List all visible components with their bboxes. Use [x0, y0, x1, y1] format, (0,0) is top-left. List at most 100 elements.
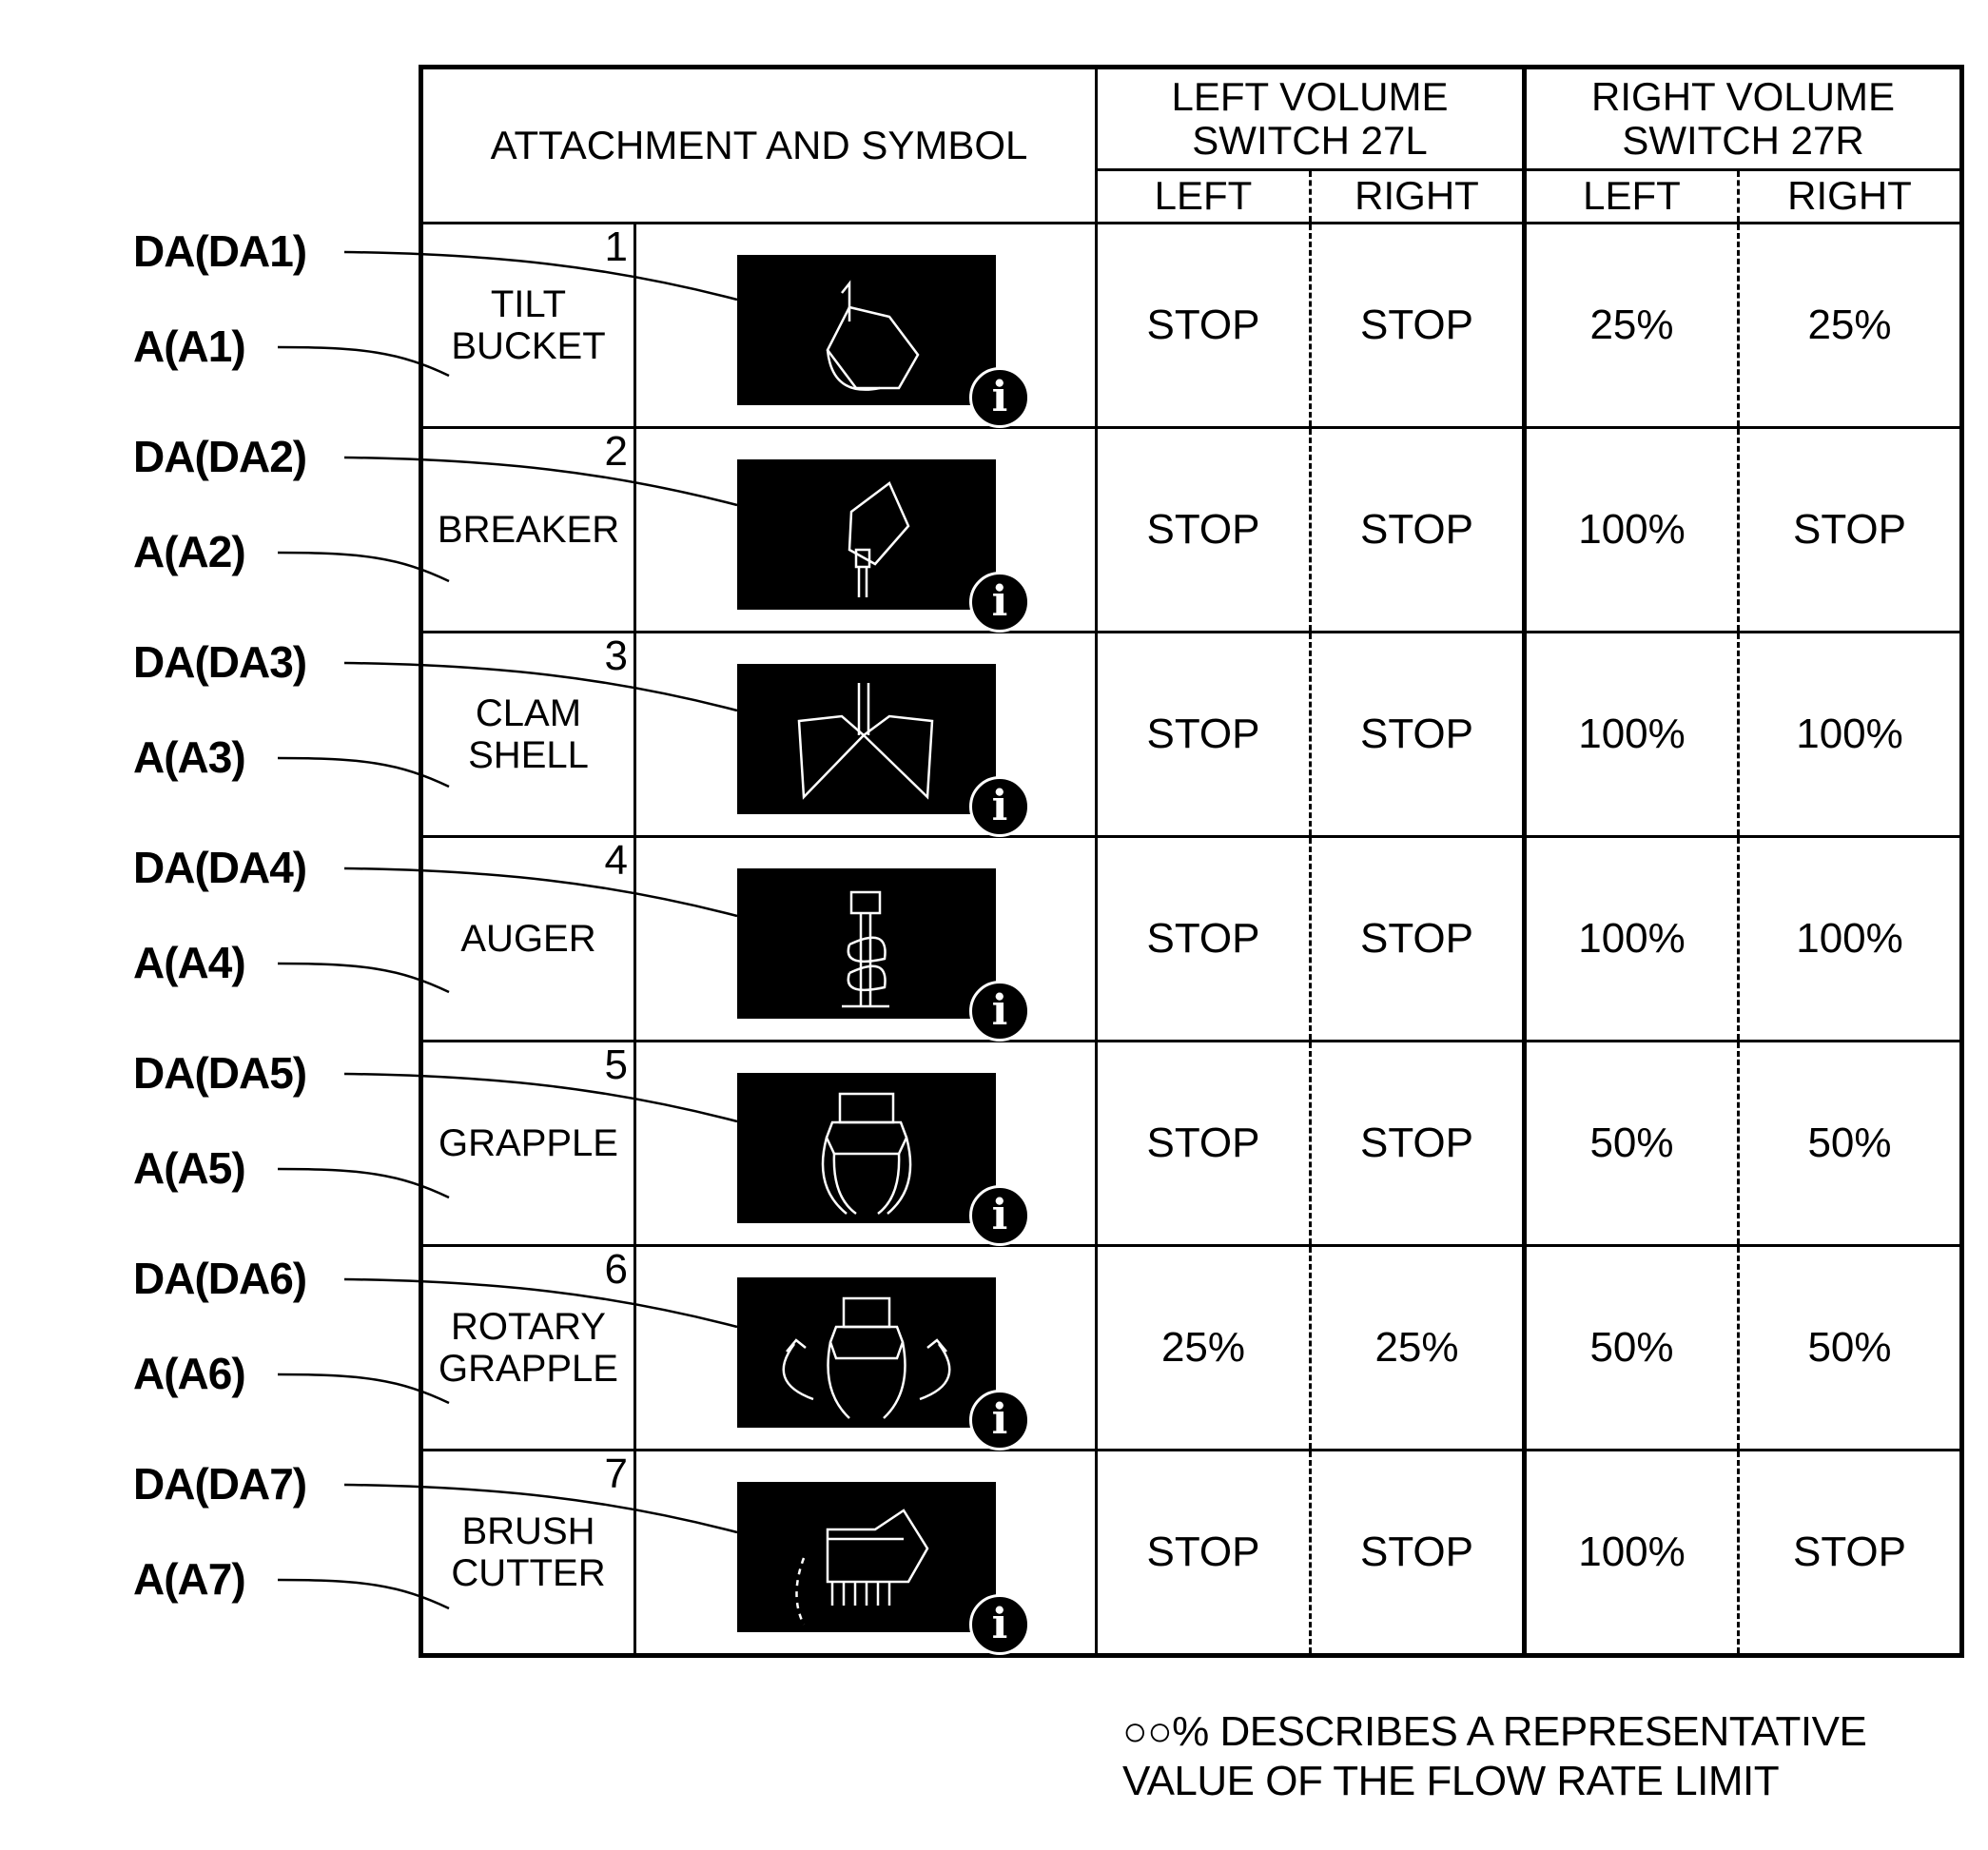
attachment-area-label: A(A5) — [133, 1143, 246, 1193]
attachment-area-label: A(A3) — [133, 732, 246, 782]
attachment-name-line: AUGER — [460, 918, 596, 960]
attachment-name-line: BRUSH — [461, 1510, 595, 1552]
left-switch-left-value: STOP — [1095, 222, 1312, 429]
left-switch-right-value: STOP — [1309, 835, 1526, 1042]
attachment-area-label: A(A7) — [133, 1554, 246, 1604]
attachment-name-cell: 6 ROTARY GRAPPLE — [419, 1244, 636, 1451]
left-switch-left-value: STOP — [1095, 1449, 1312, 1657]
right-switch-right-value: STOP — [1737, 426, 1963, 633]
breaker-icon — [737, 459, 996, 610]
left-switch-right-value: STOP — [1309, 1449, 1526, 1657]
footnote-line1: ○○% DESCRIBES A REPRESENTATIVE — [1122, 1708, 1867, 1755]
right-switch-left-value: 50% — [1522, 1244, 1740, 1451]
info-icon: i — [969, 1594, 1030, 1655]
right-switch-right-value: 25% — [1737, 222, 1963, 429]
header-right-volume-line2: SWITCH 27R — [1622, 117, 1864, 163]
display-area-label: DA(DA4) — [133, 843, 307, 892]
table-row: 2 BREAKER i STOP STOP 100% STOP — [419, 426, 1963, 633]
table-row: 7 BRUSH CUTTER i STOP STOP 100% STOP — [419, 1449, 1963, 1657]
info-icon: i — [969, 981, 1030, 1042]
table-row: 3 CLAM SHELL i STOP STOP 100% 100% — [419, 631, 1963, 838]
left-switch-left-value: STOP — [1095, 426, 1312, 633]
attachment-name-line: GRAPPLE — [439, 1122, 618, 1164]
table-row: 1 TILT BUCKET i STOP STOP 25% 25% — [419, 222, 1963, 429]
attachment-symbol-cell: i — [633, 1244, 1098, 1451]
left-switch-right-value: STOP — [1309, 426, 1526, 633]
info-icon: i — [969, 367, 1030, 428]
attachment-name-line: CUTTER — [451, 1552, 606, 1594]
attachment-area-label: A(A2) — [133, 527, 246, 576]
attachment-number: 6 — [604, 1246, 628, 1293]
tilt-bucket-icon — [737, 255, 996, 405]
right-switch-left-value: 25% — [1522, 222, 1740, 429]
footnote: ○○% DESCRIBES A REPRESENTATIVE VALUE OF … — [1122, 1707, 1867, 1806]
attachment-flow-table: ATTACHMENT AND SYMBOL LEFT VOLUME SWITCH… — [419, 65, 1964, 1658]
left-switch-left-value: STOP — [1095, 1040, 1312, 1247]
attachment-name-line: SHELL — [468, 734, 589, 776]
attachment-symbol-cell: i — [633, 631, 1098, 838]
display-area-label: DA(DA1) — [133, 226, 307, 276]
attachment-symbol-cell: i — [633, 426, 1098, 633]
header-left-volume-line1: LEFT VOLUME — [1171, 73, 1449, 119]
header-right-volume-line1: RIGHT VOLUME — [1591, 73, 1895, 119]
subheader-27r-left: LEFT — [1522, 167, 1740, 225]
left-switch-right-value: STOP — [1309, 1040, 1526, 1247]
attachment-symbol-cell: i — [633, 222, 1098, 429]
attachment-symbol-cell: i — [633, 835, 1098, 1042]
info-icon: i — [969, 1185, 1030, 1246]
table-row: 5 GRAPPLE i STOP STOP 50% 50% — [419, 1040, 1963, 1247]
info-icon: i — [969, 776, 1030, 837]
attachment-name-line: ROTARY — [451, 1306, 606, 1348]
table-row: 4 AUGER i STOP STOP 100% 100% — [419, 835, 1963, 1042]
left-switch-right-value: STOP — [1309, 222, 1526, 429]
header-left-volume-line2: SWITCH 27L — [1192, 117, 1428, 163]
attachment-number: 3 — [604, 633, 628, 679]
subheader-27l-left: LEFT — [1095, 167, 1312, 225]
attachment-name-cell: 1 TILT BUCKET — [419, 222, 636, 429]
display-area-label: DA(DA2) — [133, 432, 307, 481]
attachment-name-line: CLAM — [475, 692, 582, 734]
table-row: 6 ROTARY GRAPPLE i 25% 25% 50% 50% — [419, 1244, 1963, 1451]
rotary-grapple-icon — [737, 1277, 996, 1428]
right-switch-left-value: 100% — [1522, 835, 1740, 1042]
display-area-label: DA(DA5) — [133, 1048, 307, 1098]
auger-icon — [737, 868, 996, 1019]
left-switch-left-value: STOP — [1095, 835, 1312, 1042]
right-switch-right-value: 100% — [1737, 631, 1963, 838]
info-icon: i — [969, 1390, 1030, 1451]
display-area-label: DA(DA7) — [133, 1459, 307, 1509]
right-switch-right-value: 50% — [1737, 1040, 1963, 1247]
attachment-number: 2 — [604, 428, 628, 475]
right-switch-right-value: 50% — [1737, 1244, 1963, 1451]
display-area-label: DA(DA6) — [133, 1254, 307, 1303]
left-switch-left-value: STOP — [1095, 631, 1312, 838]
attachment-number: 4 — [604, 837, 628, 884]
attachment-name-line: BUCKET — [451, 325, 606, 367]
attachment-symbol-cell: i — [633, 1040, 1098, 1247]
header-right-volume-switch: RIGHT VOLUME SWITCH 27R — [1522, 66, 1963, 171]
right-switch-right-value: 100% — [1737, 835, 1963, 1042]
attachment-name-cell: 7 BRUSH CUTTER — [419, 1449, 636, 1657]
right-switch-left-value: 100% — [1522, 1449, 1740, 1657]
right-switch-left-value: 100% — [1522, 426, 1740, 633]
grapple-icon — [737, 1073, 996, 1223]
clam-shell-icon — [737, 664, 996, 814]
header-left-volume-switch: LEFT VOLUME SWITCH 27L — [1095, 66, 1526, 171]
left-switch-left-value: 25% — [1095, 1244, 1312, 1451]
attachment-number: 5 — [604, 1042, 628, 1088]
header-attachment-and-symbol: ATTACHMENT AND SYMBOL — [419, 66, 1098, 224]
attachment-name-line: TILT — [490, 283, 567, 325]
attachment-area-label: A(A6) — [133, 1349, 246, 1398]
attachment-number: 1 — [604, 224, 628, 270]
subheader-27r-right: RIGHT — [1737, 167, 1963, 225]
right-switch-left-value: 100% — [1522, 631, 1740, 838]
info-icon: i — [969, 572, 1030, 633]
attachment-name-line: BREAKER — [437, 509, 620, 551]
attachment-name-cell: 5 GRAPPLE — [419, 1040, 636, 1247]
attachment-area-label: A(A4) — [133, 938, 246, 987]
subheader-27l-right: RIGHT — [1309, 167, 1526, 225]
attachment-name-cell: 4 AUGER — [419, 835, 636, 1042]
attachment-area-label: A(A1) — [133, 321, 246, 371]
left-switch-right-value: STOP — [1309, 631, 1526, 838]
right-switch-right-value: STOP — [1737, 1449, 1963, 1657]
